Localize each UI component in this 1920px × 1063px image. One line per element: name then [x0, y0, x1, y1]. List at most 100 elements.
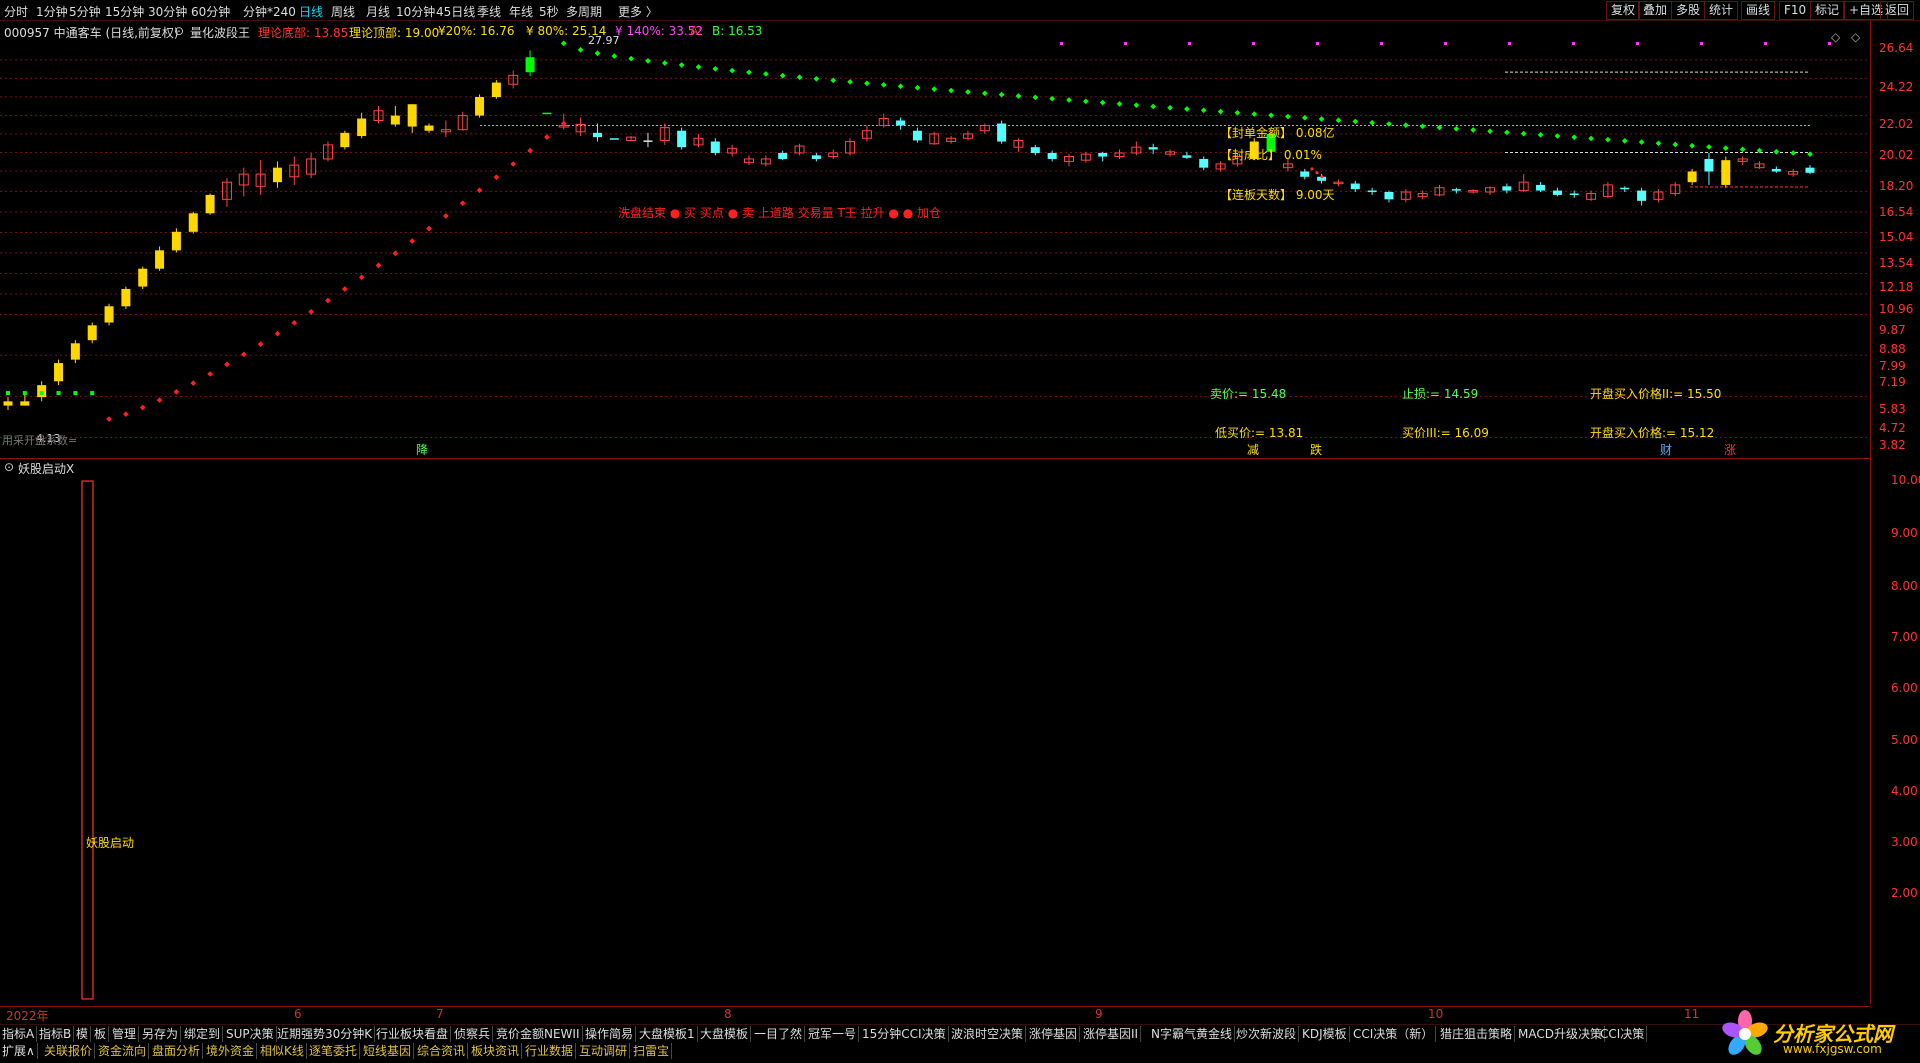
indicator-tab-25[interactable]: 猎庄狙击策略 — [1438, 1026, 1516, 1042]
toolbar-button-2[interactable]: 多股 — [1671, 1, 1706, 20]
b-value: B: 16.53 — [712, 24, 763, 38]
timeframe-15[interactable]: 多周期 — [566, 3, 602, 20]
indicator-chart[interactable] — [0, 476, 1870, 1004]
extension-tab-12[interactable]: 扫雷宝 — [631, 1043, 673, 1059]
indicator-tab-1[interactable]: 指标B — [37, 1026, 75, 1042]
date-tick: 11 — [1684, 1007, 1700, 1021]
extension-tab-2[interactable]: 资金流向 — [96, 1043, 150, 1059]
timeframe-13[interactable]: 年线 — [509, 3, 533, 20]
seal-ratio: 【封成比】 0.01% — [1220, 148, 1322, 162]
chevron-down-icon[interactable]: ⊙ — [174, 24, 184, 38]
indicator-tab-19[interactable]: 涨停基因 — [1027, 1026, 1081, 1042]
timeframe-9[interactable]: 月线 — [366, 3, 390, 20]
indicator-tab-5[interactable]: 另存为 — [140, 1026, 182, 1042]
toolbar-button-8[interactable]: 返回 — [1880, 1, 1915, 20]
indicator-tab-6[interactable]: 绑定到 — [182, 1026, 224, 1042]
indicator-tab-27[interactable]: CCI决策 — [1598, 1026, 1648, 1042]
seal-amount: 【封单金额】 0.08亿 — [1220, 126, 1335, 140]
toolbar-button-1[interactable]: 叠加 — [1638, 1, 1673, 20]
indicator-axis: 10.00 9.00 8.00 7.00 6.00 5.00 4.00 3.00 2.00 — [1870, 460, 1920, 1004]
price-tick: 4.72 — [1879, 421, 1906, 435]
indicator-tick: 8.00 — [1891, 579, 1918, 593]
extension-tab-10[interactable]: 行业数据 — [523, 1043, 577, 1059]
toolbar-button-6[interactable]: 标记 — [1810, 1, 1845, 20]
timeframe-3[interactable]: 15分钟 — [105, 3, 144, 20]
indicator-tab-8[interactable]: 近期强势30分钟K — [275, 1026, 376, 1042]
indicator-tab-20[interactable]: 涨停基因II — [1081, 1026, 1142, 1042]
timeframe-6[interactable]: 分钟*240 — [243, 3, 296, 20]
sub-chart-title[interactable]: 妖股启动X — [18, 460, 74, 477]
timeframe-8[interactable]: 周线 — [331, 3, 355, 20]
a-value: A: — [690, 24, 703, 38]
indicator-tab-2[interactable]: 模 — [74, 1026, 92, 1042]
indicator-tab-10[interactable]: 侦察兵 — [452, 1026, 494, 1042]
indicator-tab-7[interactable]: SUP决策 — [224, 1026, 277, 1042]
indicator-tab-4[interactable]: 管理 — [110, 1026, 140, 1042]
indicator-name[interactable]: 量化波段王 — [190, 24, 250, 41]
diamond-icon[interactable]: ◇ — [1851, 30, 1860, 44]
indicator-tab-13[interactable]: 大盘模板1 — [637, 1026, 698, 1042]
indicator-tab-14[interactable]: 大盘模板 — [698, 1026, 752, 1042]
indicator-tab-24[interactable]: CCI决策（新） — [1351, 1026, 1437, 1042]
price-tick: 24.22 — [1879, 80, 1914, 94]
timeframe-16[interactable]: 更多 〉 — [618, 3, 658, 20]
indicator-tab-18[interactable]: 波浪时空决策 — [949, 1026, 1027, 1042]
timeframe-0[interactable]: 分时 — [4, 3, 28, 20]
indicator-tab-0[interactable]: 指标A — [0, 1026, 38, 1042]
chart-annotations: 【封单金额】 0.08亿 【封成比】 0.01% 【连板天数】 9.00天 洗盘… — [0, 34, 1870, 457]
timeframe-toolbar: 分时 1分钟 5分钟 15分钟 30分钟 60分钟 分钟*240 日线 周线 月线 10分钟 45日线… — [0, 0, 1920, 21]
toolbar-button-3[interactable]: 统计 — [1704, 1, 1739, 20]
timeframe-10[interactable]: 10分钟 — [396, 3, 435, 20]
date-tick: 2022年 — [6, 1009, 49, 1023]
indicator-tabs: 指标A 指标B 模板管理 另存为 绑定到 SUP决策 近期强势30分钟K 行业板块看盘 侦察兵竞… — [0, 1024, 1920, 1043]
signal-bar — [81, 480, 94, 1000]
indicator-tab-11[interactable]: 竞价金额NEWII — [494, 1026, 583, 1042]
extension-tab-1[interactable]: 关联报价 — [42, 1043, 96, 1059]
theory-bottom: 理论底部: 13.85 — [258, 26, 349, 40]
timeframe-2[interactable]: 5分钟 — [69, 3, 101, 20]
timeframe-14[interactable]: 5秒 — [539, 3, 559, 20]
extension-tab-11[interactable]: 互动调研 — [577, 1043, 631, 1059]
extension-tab-6[interactable]: 逐笔委托 — [307, 1043, 361, 1059]
indicator-tab-22[interactable]: 炒次新波段 — [1234, 1026, 1300, 1042]
extension-tab-4[interactable]: 境外资金 — [204, 1043, 258, 1059]
timeframe-5[interactable]: 60分钟 — [191, 3, 230, 20]
indicator-tick: 5.00 — [1891, 733, 1918, 747]
timeframe-7[interactable]: 日线 — [299, 3, 323, 20]
toolbar-button-4[interactable]: 画线 — [1741, 1, 1776, 20]
price-axis: ◇ ◇ 26.64 24.22 22.02 20.02 18.20 16.54 15.04 1… — [1831, 20, 1920, 460]
indicator-tick: 10.00 — [1891, 473, 1920, 487]
extension-tab-9[interactable]: 板块资讯 — [469, 1043, 523, 1059]
stock-title[interactable]: 000957 中通客车 (日线,前复权) — [4, 24, 179, 41]
price-tick: 5.83 — [1879, 402, 1906, 416]
indicator-tab-17[interactable]: 15分钟CCI决策 — [860, 1026, 949, 1042]
extension-tab-3[interactable]: 盘面分析 — [150, 1043, 204, 1059]
price-tick: 8.88 — [1879, 342, 1906, 356]
diamond-icon[interactable]: ◇ — [1831, 30, 1840, 44]
extension-tab-7[interactable]: 短线基因 — [361, 1043, 415, 1059]
open-buy-2: 开盘买入价格II:= 15.50 — [1590, 387, 1722, 401]
timeframe-1[interactable]: 1分钟 — [36, 3, 68, 20]
price-tick: 22.02 — [1879, 117, 1914, 131]
indicator-tab-21[interactable]: N字霸气黄金线 — [1149, 1026, 1235, 1042]
extension-tab-5[interactable]: 相似K线 — [258, 1043, 307, 1059]
chevron-down-icon[interactable]: ⊙ — [4, 460, 14, 474]
indicator-tab-3[interactable]: 板 — [92, 1026, 110, 1042]
extension-tab-0[interactable]: 扩展∧ — [0, 1043, 38, 1059]
toolbar-button-0[interactable]: 复权 — [1606, 1, 1641, 20]
toolbar-button-5[interactable]: F10 — [1779, 1, 1812, 20]
indicator-tab-26[interactable]: MACD升级决策 — [1516, 1026, 1605, 1042]
indicator-tab-12[interactable]: 操作简易 — [583, 1026, 637, 1042]
extension-tab-8[interactable]: 综合资讯 — [415, 1043, 469, 1059]
price-20: ¥20%: 16.76 — [438, 24, 515, 38]
timeframe-4[interactable]: 30分钟 — [148, 3, 187, 20]
indicator-tab-16[interactable]: 冠军一号 — [806, 1026, 860, 1042]
indicator-tab-23[interactable]: KDJ模板 — [1300, 1026, 1350, 1042]
indicator-tab-9[interactable]: 行业板块看盘 — [374, 1026, 452, 1042]
sub-chart-header: ⊙ 妖股启动X — [0, 458, 1870, 477]
indicator-tab-15[interactable]: 一目了然 — [752, 1026, 806, 1042]
date-tick: 9 — [1095, 1007, 1103, 1021]
timeframe-12[interactable]: 季线 — [477, 3, 501, 20]
timeframe-11[interactable]: 45日线 — [436, 3, 475, 20]
indicator-tick: 6.00 — [1891, 681, 1918, 695]
